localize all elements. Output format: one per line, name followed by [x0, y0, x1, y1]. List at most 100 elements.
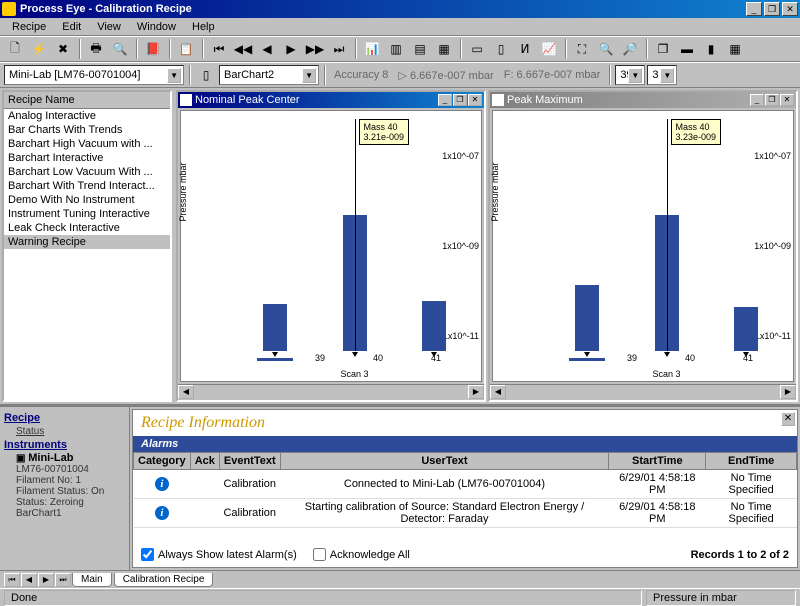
- sidebar-item[interactable]: Warning Recipe: [4, 235, 170, 249]
- tool-a-icon[interactable]: ▭: [466, 38, 488, 60]
- tab-first-icon[interactable]: ⏮: [4, 573, 20, 587]
- tab-next-icon[interactable]: ▶: [38, 573, 54, 587]
- status-left: Done: [4, 590, 642, 606]
- chart-bar[interactable]: [575, 285, 599, 351]
- sidebar-item[interactable]: Bar Charts With Trends: [4, 123, 170, 137]
- tab-calibration-recipe[interactable]: Calibration Recipe: [114, 573, 214, 587]
- sidebar-item[interactable]: Demo With No Instrument: [4, 193, 170, 207]
- sidebar-item[interactable]: Barchart Interactive: [4, 151, 170, 165]
- range-label: ▷ 6.667e-007 mbar: [394, 69, 497, 82]
- status-bar: Done Pressure in mbar: [0, 588, 800, 606]
- menu-help[interactable]: Help: [184, 19, 223, 35]
- arrange-icon[interactable]: ▦: [724, 38, 746, 60]
- info-nav: Recipe Status Instruments ▣ Mini-Lab LM7…: [0, 407, 130, 570]
- chart-plot-area[interactable]: Pressure mbar1x10^-111x10^-091x10^-07Mas…: [180, 110, 482, 382]
- chart-bar[interactable]: [263, 304, 287, 351]
- tab-prev-icon[interactable]: ◀: [21, 573, 37, 587]
- chart-min-button[interactable]: _: [750, 94, 764, 106]
- sidebar-item[interactable]: Analog Interactive: [4, 109, 170, 123]
- chart-window: Peak Maximum_❐✕Pressure mbar1x10^-111x10…: [488, 90, 798, 402]
- ack-all-checkbox[interactable]: Acknowledge All: [313, 548, 410, 561]
- scroll-left-icon[interactable]: ◀: [178, 385, 194, 399]
- close-button[interactable]: ✕: [782, 2, 798, 16]
- copy-icon[interactable]: 📋: [175, 38, 197, 60]
- wand-icon[interactable]: ⚡: [28, 38, 50, 60]
- last-icon[interactable]: ⏭: [328, 38, 350, 60]
- chart-max-button[interactable]: ❐: [765, 94, 779, 106]
- table-row[interactable]: iCalibrationStarting calibration of Sour…: [134, 499, 797, 528]
- chart-close-button[interactable]: ✕: [780, 94, 794, 106]
- menu-window[interactable]: Window: [129, 19, 184, 35]
- table-header[interactable]: EventText: [219, 453, 280, 470]
- panel-close-button[interactable]: ✕: [781, 412, 795, 426]
- sidebar-item[interactable]: Barchart High Vacuum with ...: [4, 137, 170, 151]
- tab-last-icon[interactable]: ⏭: [55, 573, 71, 587]
- nav-recipe[interactable]: Recipe: [4, 411, 125, 425]
- table-header[interactable]: StartTime: [609, 453, 706, 470]
- table-header[interactable]: UserText: [280, 453, 609, 470]
- chart-min-button[interactable]: _: [438, 94, 452, 106]
- chart-bar[interactable]: [734, 307, 758, 351]
- nav-instruments[interactable]: Instruments: [4, 438, 125, 452]
- barchart-icon[interactable]: ▯: [195, 64, 217, 86]
- always-show-checkbox[interactable]: Always Show latest Alarm(s): [141, 548, 297, 561]
- first-icon[interactable]: ⏮: [208, 38, 230, 60]
- back-icon[interactable]: ◀: [256, 38, 278, 60]
- prev-icon[interactable]: ◀◀: [232, 38, 254, 60]
- menu-view[interactable]: View: [89, 19, 129, 35]
- cascade-icon[interactable]: ❐: [652, 38, 674, 60]
- x-tick: 41: [743, 353, 753, 363]
- chart-max-button[interactable]: ❐: [453, 94, 467, 106]
- chart-type3-icon[interactable]: ▤: [409, 38, 431, 60]
- spin-mass[interactable]: 39: [615, 65, 645, 85]
- window-title: Process Eye - Calibration Recipe: [20, 3, 746, 15]
- zoom-in-icon[interactable]: 🔍: [595, 38, 617, 60]
- instrument-combo[interactable]: Mini-Lab [LM76-00701004]: [4, 65, 184, 85]
- zoom-out-icon[interactable]: 🔎: [619, 38, 641, 60]
- chart-type4-icon[interactable]: ▦: [433, 38, 455, 60]
- sidebar-item[interactable]: Barchart With Trend Interact...: [4, 179, 170, 193]
- maximize-button[interactable]: ❐: [764, 2, 780, 16]
- table-row[interactable]: iCalibrationConnected to Mini-Lab (LM76-…: [134, 470, 797, 499]
- book-icon[interactable]: 📕: [142, 38, 164, 60]
- recipe-list[interactable]: Analog InteractiveBar Charts With Trends…: [4, 109, 170, 400]
- table-header[interactable]: EndTime: [706, 453, 797, 470]
- stop-icon[interactable]: ✖: [52, 38, 74, 60]
- nav-status[interactable]: Status: [4, 425, 125, 438]
- minimize-button[interactable]: _: [746, 2, 762, 16]
- play-icon[interactable]: ▶: [280, 38, 302, 60]
- alarms-table: CategoryAckEventTextUserTextStartTimeEnd…: [133, 452, 797, 528]
- nav-instrument-name[interactable]: ▣ Mini-Lab: [4, 452, 125, 464]
- fwd-icon[interactable]: ▶▶: [304, 38, 326, 60]
- chart-close-button[interactable]: ✕: [468, 94, 482, 106]
- table-header[interactable]: Ack: [190, 453, 219, 470]
- scroll-right-icon[interactable]: ▶: [468, 385, 484, 399]
- tool-c-icon[interactable]: ⵍ: [514, 38, 536, 60]
- spin-scan[interactable]: 3: [647, 65, 677, 85]
- toolbar-main: 🗋 ⚡ ✖ 🖶 🔍 📕 📋 ⏮ ◀◀ ◀ ▶ ▶▶ ⏭ 📊 ▥ ▤ ▦ ▭ ▯ …: [0, 36, 800, 62]
- recipe-sidebar: Recipe Name Analog InteractiveBar Charts…: [2, 90, 172, 402]
- tab-main[interactable]: Main: [72, 573, 112, 587]
- accuracy-label: Accuracy 8: [330, 69, 392, 81]
- chart-type1-icon[interactable]: 📊: [361, 38, 383, 60]
- table-header[interactable]: Category: [134, 453, 191, 470]
- preview-icon[interactable]: 🔍: [109, 38, 131, 60]
- chart-select-combo[interactable]: BarChart2: [219, 65, 319, 85]
- scroll-left-icon[interactable]: ◀: [490, 385, 506, 399]
- tile-h-icon[interactable]: ▬: [676, 38, 698, 60]
- sidebar-item[interactable]: Barchart Low Vacuum With ...: [4, 165, 170, 179]
- zoom-chart-icon[interactable]: ⛶: [571, 38, 593, 60]
- chart-type2-icon[interactable]: ▥: [385, 38, 407, 60]
- menu-recipe[interactable]: Recipe: [4, 19, 54, 35]
- tile-v-icon[interactable]: ▮: [700, 38, 722, 60]
- menu-edit[interactable]: Edit: [54, 19, 89, 35]
- scroll-right-icon[interactable]: ▶: [780, 385, 796, 399]
- chart-plot-area[interactable]: Pressure mbar1x10^-111x10^-091x10^-07Mas…: [492, 110, 794, 382]
- sidebar-item[interactable]: Instrument Tuning Interactive: [4, 207, 170, 221]
- new-icon[interactable]: 🗋: [4, 38, 26, 60]
- sidebar-item[interactable]: Leak Check Interactive: [4, 221, 170, 235]
- tool-b-icon[interactable]: ▯: [490, 38, 512, 60]
- print-icon[interactable]: 🖶: [85, 38, 107, 60]
- tool-d-icon[interactable]: 📈: [538, 38, 560, 60]
- chart-bar[interactable]: [422, 301, 446, 351]
